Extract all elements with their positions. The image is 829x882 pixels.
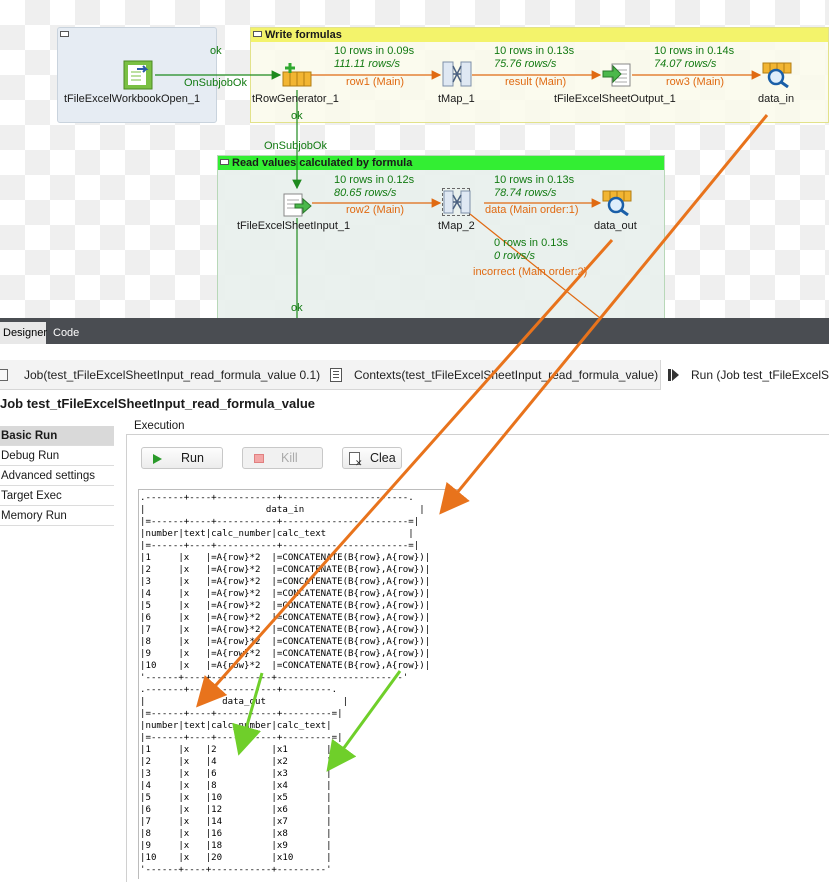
data-stat-rate: 78.74 rows/s: [494, 187, 557, 199]
component-label-dataout[interactable]: data_out: [594, 220, 637, 232]
run-mode-nav: Basic Run Debug Run Advanced settings Ta…: [0, 426, 114, 526]
ok-link-label-3: ok: [291, 302, 303, 314]
log-row-icon[interactable]: [602, 188, 632, 217]
clear-button-label: Clea: [370, 451, 396, 465]
job-design-canvas[interactable]: Write formulas Read values calculated by…: [0, 0, 829, 318]
result-link-label[interactable]: result (Main): [505, 76, 566, 88]
row1-link-label[interactable]: row1 (Main): [346, 76, 404, 88]
data-stat-rows: 10 rows in 0.13s: [494, 174, 575, 186]
run-view-icon: [668, 369, 671, 381]
run-button-label: Run: [181, 451, 204, 465]
nav-item-advanced-settings[interactable]: Advanced settings: [0, 466, 114, 486]
tab-contexts-label: Contexts(test_tFileExcelSheetInput_read_…: [354, 368, 659, 382]
console-table-data-in: .-------+----+-----------+--------------…: [140, 492, 431, 684]
ok-link-label-2: ok: [291, 110, 303, 122]
excel-workbook-icon[interactable]: [123, 60, 153, 90]
tab-run-label: Run (Job test_tFileExcelSh: [691, 368, 829, 382]
incorrect-stat-rate: 0 rows/s: [494, 250, 535, 262]
nav-item-debug-run[interactable]: Debug Run: [0, 446, 114, 466]
result-stat-rate: 75.76 rows/s: [494, 58, 557, 70]
onsubjobok-label-2: OnSubjobOk: [264, 140, 327, 152]
tab-contexts[interactable]: Contexts(test_tFileExcelSheetInput_read_…: [322, 360, 658, 390]
incorrect-link-label[interactable]: incorrect (Main order:2): [473, 266, 587, 278]
row1-stat-rate: 111.11 rows/s: [334, 58, 401, 70]
contexts-icon: [330, 368, 342, 382]
designer-tab-bar: Designer Code: [0, 318, 829, 344]
row3-stat-rows: 10 rows in 0.14s: [654, 45, 735, 57]
kill-button[interactable]: Kill: [242, 447, 323, 469]
component-label-rowgen[interactable]: tRowGenerator_1: [252, 93, 339, 105]
tab-job[interactable]: Job(test_tFileExcelSheetInput_read_formu…: [0, 360, 320, 390]
row1-stat-rows: 10 rows in 0.09s: [334, 45, 415, 57]
row2-link-label[interactable]: row2 (Main): [346, 204, 404, 216]
kill-button-label: Kill: [281, 451, 298, 465]
onsubjobok-label: OnSubjobOk: [184, 77, 247, 89]
component-label-sheetin[interactable]: tFileExcelSheetInput_1: [237, 220, 350, 232]
component-label-datain[interactable]: data_in: [758, 93, 794, 105]
tmap-icon[interactable]: [442, 188, 471, 216]
component-label-sheetout[interactable]: tFileExcelSheetOutput_1: [554, 93, 676, 105]
component-label-tmap2[interactable]: tMap_2: [438, 220, 475, 232]
tab-designer[interactable]: Designer: [0, 322, 47, 344]
row3-link-label[interactable]: row3 (Main): [666, 76, 724, 88]
ok-link-label: ok: [210, 45, 222, 57]
log-row-icon[interactable]: [762, 60, 792, 89]
job-icon: [0, 369, 8, 381]
tmap-icon[interactable]: [442, 60, 472, 88]
excel-input-icon[interactable]: [283, 190, 312, 218]
clear-button[interactable]: ✕ Clea: [342, 447, 402, 469]
nav-item-memory-run[interactable]: Memory Run: [0, 506, 114, 526]
play-icon: [153, 454, 162, 464]
nav-item-basic-run[interactable]: Basic Run: [0, 426, 114, 446]
component-label-wbopen[interactable]: tFileExcelWorkbookOpen_1: [64, 93, 200, 105]
tab-run[interactable]: Run (Job test_tFileExcelSh: [660, 360, 829, 390]
nav-item-target-exec[interactable]: Target Exec: [0, 486, 114, 506]
result-stat-rows: 10 rows in 0.13s: [494, 45, 575, 57]
row2-stat-rows: 10 rows in 0.12s: [334, 174, 415, 186]
console-table-data-out: .-------+----+-----------+---------. | d…: [140, 684, 349, 876]
tab-job-label: Job(test_tFileExcelSheetInput_read_formu…: [24, 368, 321, 382]
data-link-label[interactable]: data (Main order:1): [485, 204, 579, 216]
run-button[interactable]: Run: [141, 447, 223, 469]
row-generator-icon[interactable]: [282, 62, 312, 90]
row3-stat-rate: 74.07 rows/s: [654, 58, 717, 70]
excel-output-icon[interactable]: [602, 60, 631, 88]
page-title: Job test_tFileExcelSheetInput_read_formu…: [0, 396, 315, 411]
stop-icon: [254, 454, 264, 463]
incorrect-stat-rows: 0 rows in 0.13s: [494, 237, 568, 249]
tab-code[interactable]: Code: [50, 322, 84, 344]
row2-stat-rate: 80.65 rows/s: [334, 187, 397, 199]
component-label-tmap1[interactable]: tMap_1: [438, 93, 475, 105]
execution-label: Execution: [134, 420, 185, 432]
view-tab-bar: Job(test_tFileExcelSheetInput_read_formu…: [0, 360, 829, 390]
